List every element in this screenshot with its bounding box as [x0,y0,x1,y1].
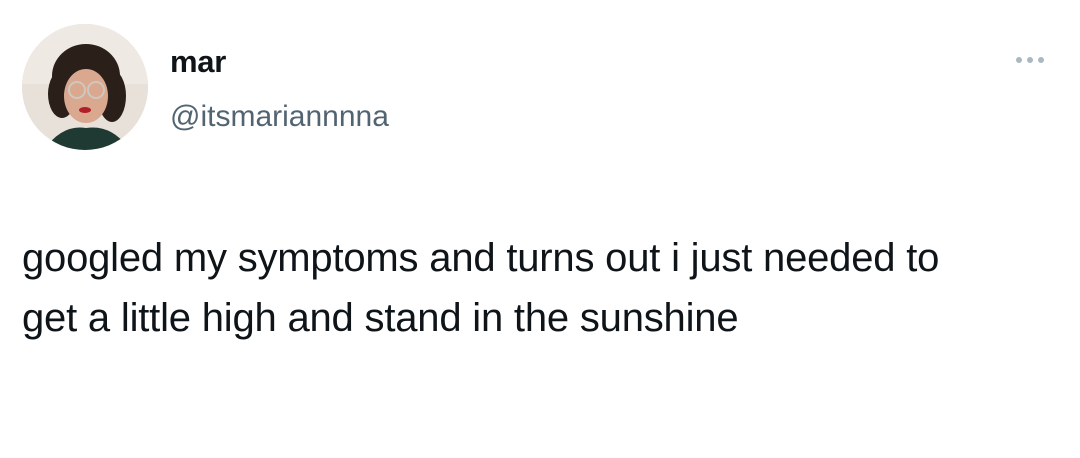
more-horizontal-icon [1038,57,1044,63]
more-horizontal-icon [1016,57,1022,63]
more-options-button[interactable] [1005,50,1055,70]
avatar[interactable] [22,24,148,150]
more-horizontal-icon [1027,57,1033,63]
display-name[interactable]: mar [170,44,226,80]
avatar-photo [22,24,148,150]
tweet-text: googled my symptoms and turns out i just… [22,236,940,340]
tweet-card: mar @itsmariannnna googled my symptoms a… [0,0,1080,458]
user-handle[interactable]: @itsmariannnna [170,99,389,135]
